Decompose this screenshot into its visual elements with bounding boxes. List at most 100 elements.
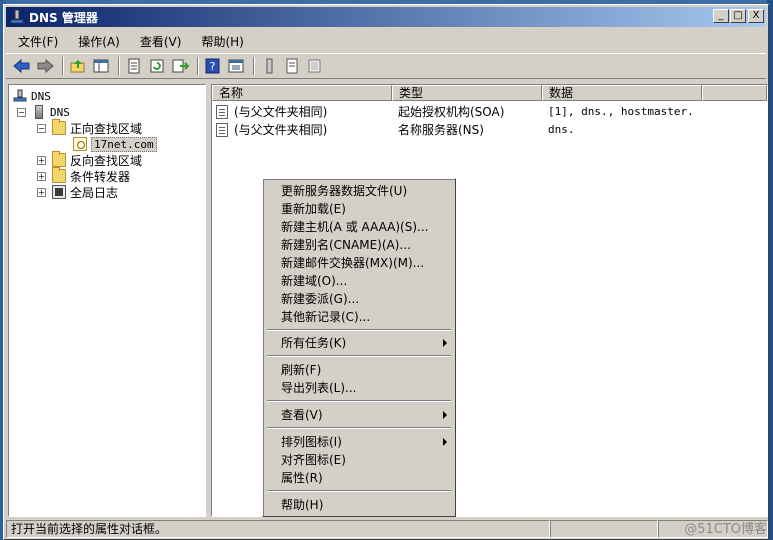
menu-action[interactable]: 操作(A) [66,33,128,50]
expander-collapse[interactable]: − [37,123,46,133]
record-data: dns. [548,123,575,136]
menu-all-tasks[interactable]: 所有任务(K) [281,334,346,352]
tree-global-logs[interactable]: + 全局日志 [37,184,118,200]
menu-bar: 文件(F) 操作(A) 查看(V) 帮助(H) [6,31,766,51]
toolbar-separator [197,57,199,75]
toolbar: ? [6,53,766,79]
menu-separator [267,329,451,331]
toolbar-separator [62,57,64,75]
refresh-icon[interactable] [147,56,167,76]
properties-icon[interactable] [124,56,144,76]
tree-server-dns[interactable]: − DNS [17,104,70,120]
mmc-view-icon[interactable] [226,56,246,76]
tree-reverse-lookup-zones[interactable]: + 反向查找区域 [37,151,143,168]
tree-server-label: DNS [50,105,70,119]
help-icon[interactable]: ? [203,56,223,76]
tree-root-dns[interactable]: DNS [13,88,51,104]
menu-line-up-icons[interactable]: 对齐图标(E) [281,451,346,469]
record-name: (与父文件夹相同) [234,123,328,137]
watermark: @51CTO博客 [684,522,767,537]
record-type: 名称服务器(NS) [398,123,484,137]
expander-collapse[interactable]: − [17,107,26,117]
window-title: DNS 管理器 [29,10,98,25]
menu-view[interactable]: 查看(V) [128,33,190,50]
column-header-filler [702,85,767,101]
menu-view[interactable]: 查看(V) [281,406,323,424]
zone-icon[interactable] [305,56,325,76]
menu-arrange-icons[interactable]: 排列图标(I) [281,433,342,451]
folder-icon [52,119,66,135]
title-bar[interactable]: DNS 管理器 _ □ X [6,7,766,27]
submenu-arrow-icon [443,438,447,446]
status-text: 打开当前选择的属性对话框。 [6,520,550,538]
console-tree[interactable]: DNS − DNS − 正向查找区域 17net.com + 反向查找区域 + … [8,84,206,517]
tree-global-logs-label: 全局日志 [70,185,119,200]
context-menu: 更新服务器数据文件(U) 重新加载(E) 新建主机(A 或 AAAA)(S)..… [262,178,456,517]
column-header-data[interactable]: 数据 [542,85,702,101]
export-list-icon[interactable] [170,56,190,76]
record-type: 起始授权机构(SOA) [398,105,505,119]
record-icon [216,122,228,137]
toolbar-separator [118,57,120,75]
minimize-button[interactable]: _ [713,9,729,23]
menu-export-list[interactable]: 导出列表(L)... [281,379,357,397]
menu-properties[interactable]: 属性(R) [281,469,323,487]
maximize-button[interactable]: □ [730,9,746,23]
table-row[interactable]: (与父文件夹相同) 起始授权机构(SOA) [1], dns., hostmas… [216,103,764,120]
menu-help[interactable]: 帮助(H) [281,496,323,514]
status-bar: 打开当前选择的属性对话框。 [6,520,768,538]
folder-icon [52,151,66,167]
toolbar-separator [253,57,255,75]
table-row[interactable]: (与父文件夹相同) 名称服务器(NS) dns. [216,121,764,138]
menu-other-new-records[interactable]: 其他新记录(C)... [281,308,370,326]
forward-icon[interactable] [35,56,55,76]
zone-icon [73,137,87,151]
menu-separator [267,400,451,402]
record-icon[interactable] [282,56,302,76]
back-icon[interactable] [12,56,32,76]
show-hide-tree-icon[interactable] [91,56,111,76]
tree-conditional-forwarders[interactable]: + 条件转发器 [37,167,131,184]
event-log-icon [52,185,66,199]
tree-forward-zone-label: 正向查找区域 [70,121,143,136]
server-icon[interactable] [259,56,279,76]
tree-zone-17net[interactable]: 17net.com [73,136,157,152]
menu-reload[interactable]: 重新加载(E) [281,200,346,218]
menu-help[interactable]: 帮助(H) [189,33,251,50]
tree-root-label: DNS [31,89,51,103]
submenu-arrow-icon [443,339,447,347]
record-data: [1], dns., hostmaster. [548,105,694,118]
tree-reverse-zone-label: 反向查找区域 [70,153,143,168]
status-panel-2 [550,520,658,538]
menu-separator [267,355,451,357]
menu-new-host[interactable]: 新建主机(A 或 AAAA)(S)... [281,218,428,236]
column-header-name[interactable]: 名称 [212,85,392,101]
column-header-type[interactable]: 类型 [392,85,542,101]
menu-refresh[interactable]: 刷新(F) [281,361,321,379]
list-header: 名称 类型 数据 [212,85,767,101]
menu-file[interactable]: 文件(F) [6,33,66,50]
menu-separator [267,427,451,429]
menu-new-delegation[interactable]: 新建委派(G)... [281,290,359,308]
menu-new-alias[interactable]: 新建别名(CNAME)(A)... [281,236,411,254]
record-name: (与父文件夹相同) [234,105,328,119]
svg-text:?: ? [210,60,216,73]
menu-update-server-data-file[interactable]: 更新服务器数据文件(U) [281,182,407,200]
up-folder-icon[interactable] [68,56,88,76]
tree-conditional-forwarders-label: 条件转发器 [70,169,131,184]
close-button[interactable]: X [748,9,764,23]
expander-expand[interactable]: + [37,155,46,165]
menu-separator [267,490,451,492]
expander-expand[interactable]: + [37,187,46,197]
tree-forward-lookup-zones[interactable]: − 正向查找区域 [37,119,143,136]
record-icon [216,104,228,119]
folder-icon [52,167,66,183]
tree-zone-label: 17net.com [91,136,157,152]
dns-app-icon [9,9,25,25]
submenu-arrow-icon [443,411,447,419]
dns-root-icon [13,89,27,103]
menu-new-mail-exchanger[interactable]: 新建邮件交换器(MX)(M)... [281,254,424,272]
expander-expand[interactable]: + [37,171,46,181]
server-icon [35,105,43,119]
menu-new-domain[interactable]: 新建域(O)... [281,272,347,290]
